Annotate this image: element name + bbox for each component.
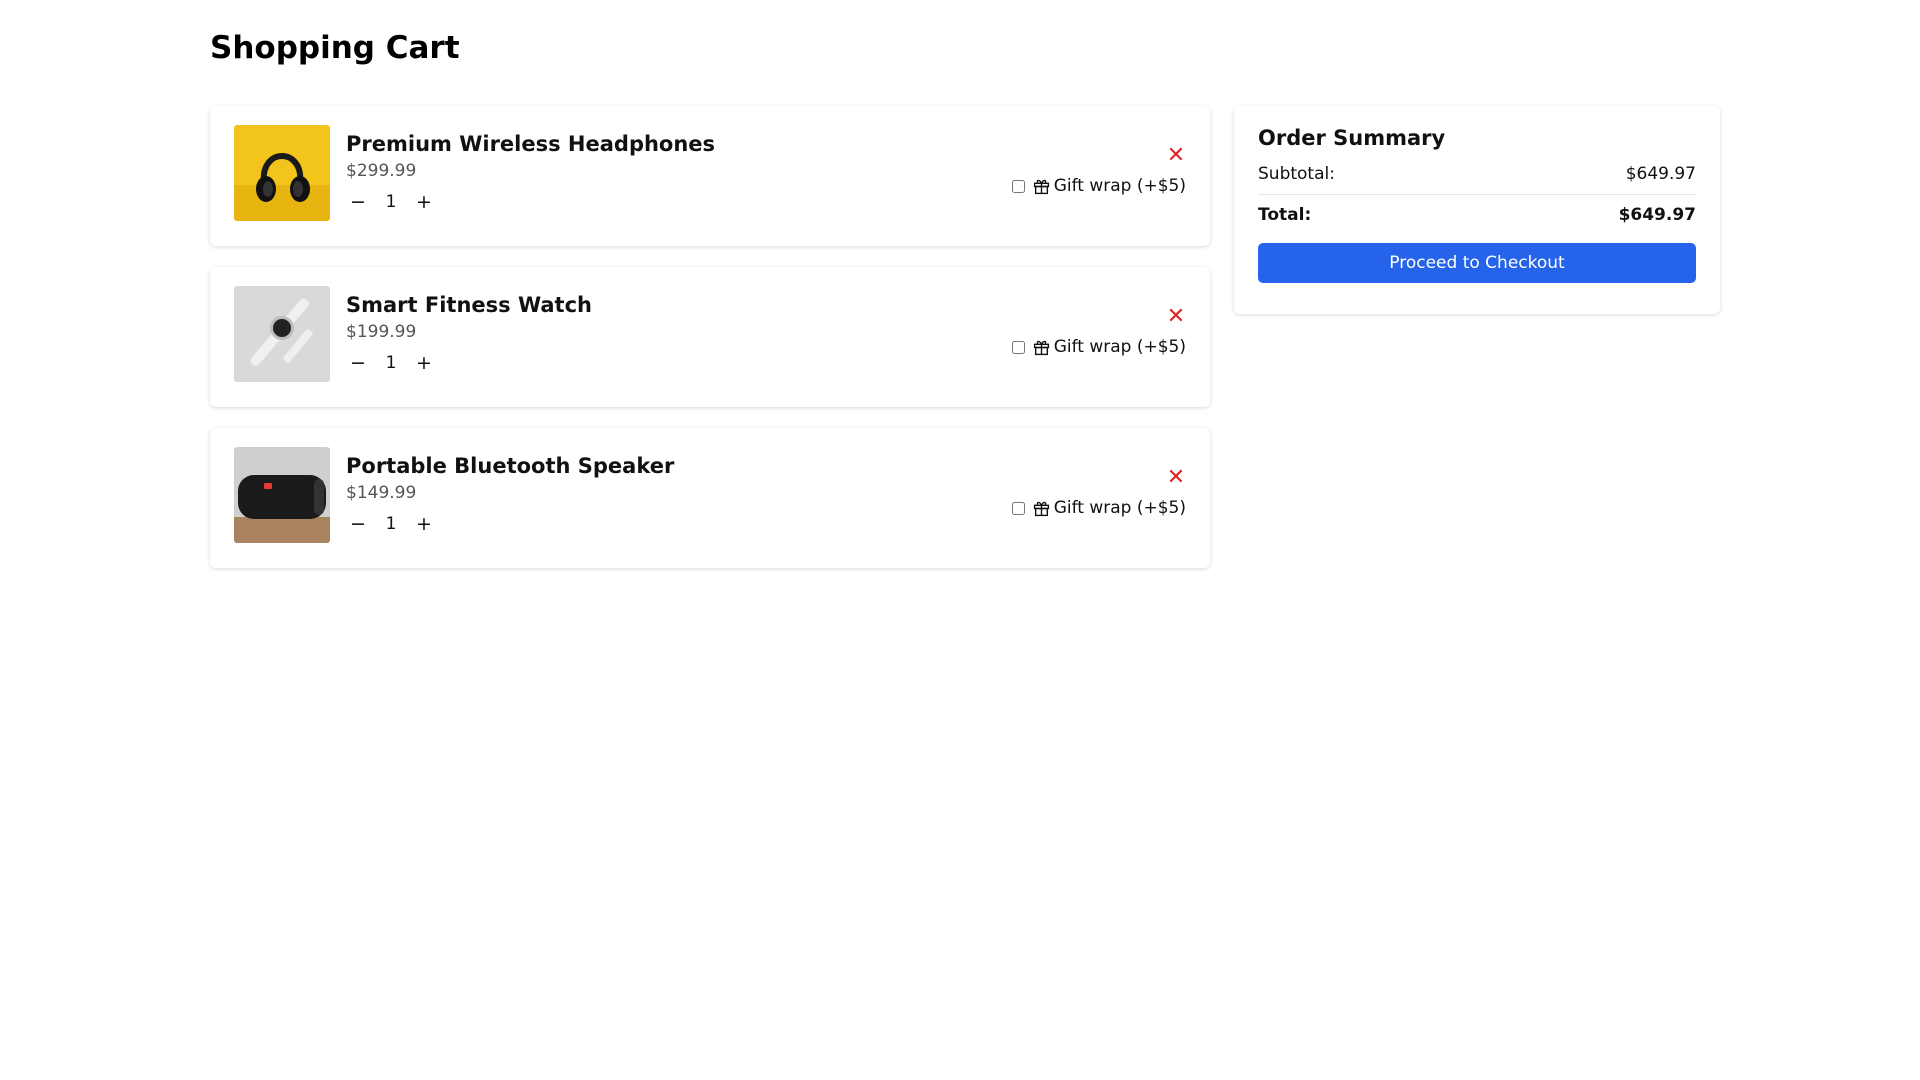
quantity-value: 1 [385, 514, 397, 534]
cart-item: Smart Fitness Watch $199.99 − 1 + ✕ Gift… [210, 267, 1210, 407]
gift-icon [1033, 339, 1050, 356]
gift-wrap-label: Gift wrap (+$5) [1053, 498, 1186, 518]
decrement-button[interactable]: − [346, 190, 370, 214]
remove-item-button[interactable]: ✕ [1164, 143, 1188, 167]
quantity-stepper: − 1 + [346, 190, 436, 214]
quantity-stepper: − 1 + [346, 351, 436, 375]
total-value: $649.97 [1618, 205, 1696, 225]
total-row: Total: $649.97 [1258, 205, 1696, 225]
item-price: $199.99 [346, 322, 417, 342]
cart-item: Portable Bluetooth Speaker $149.99 − 1 +… [210, 428, 1210, 568]
proceed-to-checkout-button[interactable]: Proceed to Checkout [1258, 243, 1696, 283]
gift-wrap-checkbox[interactable] [1011, 501, 1025, 515]
quantity-value: 1 [385, 192, 397, 212]
subtotal-label: Subtotal: [1258, 164, 1335, 184]
product-image-headphones [234, 125, 330, 221]
item-name: Premium Wireless Headphones [346, 132, 716, 156]
item-name: Portable Bluetooth Speaker [346, 454, 675, 478]
product-image-speaker [234, 447, 330, 543]
subtotal-value: $649.97 [1625, 164, 1696, 184]
order-summary-title: Order Summary [1258, 126, 1446, 150]
gift-wrap-option[interactable]: Gift wrap (+$5) [1011, 337, 1186, 357]
item-price: $299.99 [346, 161, 417, 181]
decrement-button[interactable]: − [346, 512, 370, 536]
remove-item-button[interactable]: ✕ [1164, 304, 1188, 328]
gift-wrap-option[interactable]: Gift wrap (+$5) [1011, 498, 1186, 518]
item-name: Smart Fitness Watch [346, 293, 592, 317]
page-title: Shopping Cart [210, 30, 460, 66]
gift-wrap-label: Gift wrap (+$5) [1053, 176, 1186, 196]
gift-wrap-checkbox[interactable] [1011, 179, 1025, 193]
gift-wrap-option[interactable]: Gift wrap (+$5) [1011, 176, 1186, 196]
increment-button[interactable]: + [412, 190, 436, 214]
gift-wrap-label: Gift wrap (+$5) [1053, 337, 1186, 357]
increment-button[interactable]: + [412, 512, 436, 536]
total-label: Total: [1258, 205, 1312, 225]
increment-button[interactable]: + [412, 351, 436, 375]
remove-item-button[interactable]: ✕ [1164, 465, 1188, 489]
gift-wrap-checkbox[interactable] [1011, 340, 1025, 354]
gift-icon [1033, 178, 1050, 195]
cart-list: Premium Wireless Headphones $299.99 − 1 … [210, 106, 1210, 589]
decrement-button[interactable]: − [346, 351, 370, 375]
item-price: $149.99 [346, 483, 417, 503]
order-summary-panel: Order Summary Subtotal: $649.97 Total: $… [1234, 106, 1720, 314]
cart-item: Premium Wireless Headphones $299.99 − 1 … [210, 106, 1210, 246]
quantity-stepper: − 1 + [346, 512, 436, 536]
product-image-smartwatch [234, 286, 330, 382]
subtotal-row: Subtotal: $649.97 [1258, 164, 1696, 195]
gift-icon [1033, 500, 1050, 517]
quantity-value: 1 [385, 353, 397, 373]
